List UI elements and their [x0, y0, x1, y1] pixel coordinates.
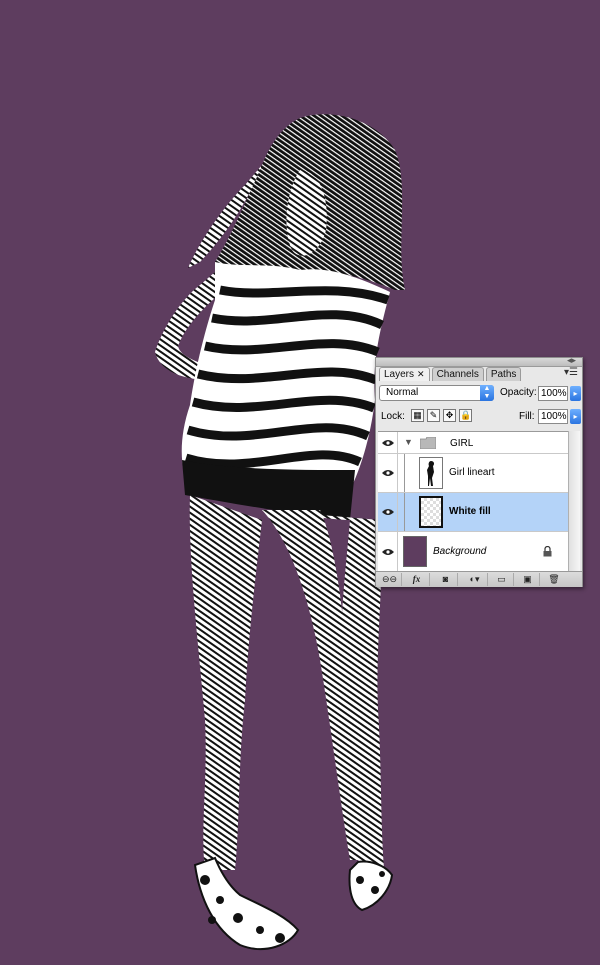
girl-silhouette-icon — [427, 461, 435, 486]
fill-input[interactable]: 100% — [538, 409, 568, 424]
eye-icon — [382, 509, 394, 515]
disclosure-triangle-icon[interactable]: ▼ — [404, 437, 413, 447]
lock-icon — [543, 546, 552, 557]
visibility-toggle[interactable] — [378, 493, 398, 531]
layer-row-group-girl[interactable]: ▼ GIRL — [378, 432, 568, 454]
visibility-toggle[interactable] — [378, 454, 398, 492]
layers-panel: ◂▸ Layers ✕ Channels Paths ▾☰ Normal ▲ ▼ O… — [375, 355, 583, 587]
new-group-icon[interactable]: ▭ — [490, 573, 514, 586]
new-layer-icon[interactable]: ▣ — [516, 573, 540, 586]
visibility-toggle[interactable] — [378, 532, 398, 571]
panel-collapse-icon[interactable]: ◂▸ — [567, 355, 576, 366]
blend-mode-select[interactable]: Normal ▲ ▼ — [379, 385, 494, 401]
tab-channels-label: Channels — [436, 369, 479, 380]
blend-mode-stepper-icon[interactable]: ▲ ▼ — [480, 385, 494, 401]
background-thumbnail — [403, 536, 427, 567]
tab-close-icon[interactable]: ✕ — [417, 369, 425, 379]
eye-icon — [382, 549, 394, 555]
tab-paths-label: Paths — [490, 369, 517, 380]
blend-opacity-row: Normal ▲ ▼ Opacity: 100% ▸ — [379, 385, 581, 403]
fill-label: Fill: — [519, 411, 535, 422]
lock-all-icon[interactable]: 🔒 — [459, 409, 472, 422]
eye-icon — [382, 470, 394, 476]
opacity-label: Opacity: — [500, 387, 537, 398]
fx-icon[interactable]: fx — [404, 573, 430, 586]
fx-label: fx — [412, 574, 421, 584]
lock-fill-row: Lock: ▦ ✎ ✥ 🔒 Fill: 100% ▸ — [379, 408, 581, 426]
tab-channels[interactable]: Channels — [431, 367, 484, 381]
panel-bottom-toolbar: ⊖⊖ fx ◙ ◐▾ ▭ ▣ 🗑 — [376, 571, 582, 587]
layer-thumbnail-transparent — [419, 496, 443, 528]
layer-list-scrollbar[interactable] — [568, 431, 580, 571]
clip-indent-line — [404, 493, 405, 531]
layer-row-background[interactable]: Background — [378, 532, 568, 572]
fill-slider-arrow-icon[interactable]: ▸ — [570, 409, 581, 424]
mask-icon[interactable]: ◙ — [434, 573, 458, 586]
tab-paths[interactable]: Paths — [485, 367, 522, 381]
tab-layers[interactable]: Layers ✕ — [379, 367, 430, 381]
visibility-toggle[interactable] — [378, 432, 398, 453]
layer-row-white-fill[interactable]: White fill — [378, 493, 568, 532]
layer-name: Girl lineart — [449, 467, 495, 478]
trash-icon[interactable]: 🗑 — [542, 573, 566, 586]
opacity-input[interactable]: 100% — [538, 386, 568, 401]
eye-icon — [382, 440, 394, 446]
blend-mode-value: Normal — [386, 387, 419, 398]
link-icon[interactable]: ⊖⊖ — [378, 573, 402, 586]
layer-name: GIRL — [450, 438, 474, 449]
panel-titlebar[interactable]: ◂▸ — [376, 355, 582, 367]
folder-icon — [420, 437, 436, 449]
layer-thumbnail — [419, 457, 443, 489]
lock-image-pixels-icon[interactable]: ✎ — [427, 409, 440, 422]
layer-row-girl-lineart[interactable]: Girl lineart — [378, 454, 568, 493]
lock-label: Lock: — [381, 411, 405, 422]
clip-indent-line — [404, 454, 405, 492]
lock-transparency-icon[interactable]: ▦ — [411, 409, 424, 422]
layer-name: White fill — [449, 506, 491, 517]
adjustment-icon[interactable]: ◐▾ — [462, 573, 488, 586]
opacity-slider-arrow-icon[interactable]: ▸ — [570, 386, 581, 401]
layer-name: Background — [433, 546, 487, 557]
panel-tabs: Layers ✕ Channels Paths — [379, 367, 523, 381]
panel-menu-icon[interactable]: ▾☰ — [564, 367, 578, 378]
tab-layers-label: Layers — [384, 369, 415, 380]
lock-position-icon[interactable]: ✥ — [443, 409, 456, 422]
layer-list: ▼ GIRL Girl lineart White fill Backgroun… — [378, 431, 568, 572]
